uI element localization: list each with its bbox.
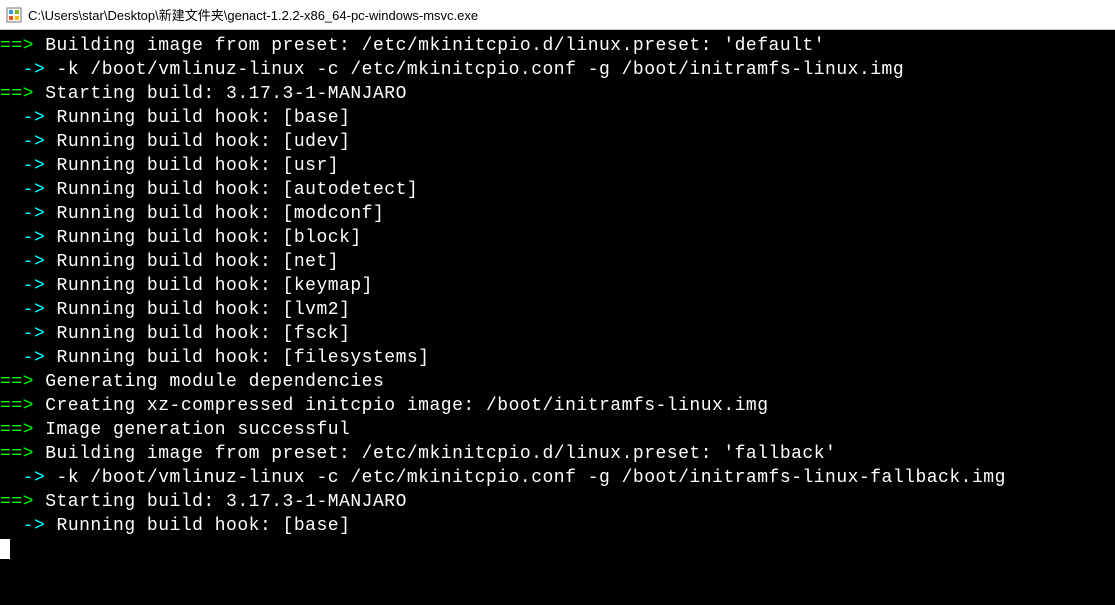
terminal-line: -> Running build hook: [base] — [0, 106, 1115, 130]
terminal-line: ==> Starting build: 3.17.3-1-MANJARO — [0, 490, 1115, 514]
terminal-text: -k /boot/vmlinuz-linux -c /etc/mkinitcpi… — [45, 468, 1006, 488]
terminal-line: -> Running build hook: [keymap] — [0, 274, 1115, 298]
console-window: C:\Users\star\Desktop\新建文件夹\genact-1.2.2… — [0, 0, 1115, 605]
terminal-text: Running build hook: [net] — [45, 252, 339, 272]
terminal-text: Running build hook: [udev] — [45, 132, 350, 152]
terminal-text: Building image from preset: /etc/mkinitc… — [34, 444, 836, 464]
terminal-line: -> Running build hook: [fsck] — [0, 322, 1115, 346]
terminal-text: Creating xz-compressed initcpio image: /… — [34, 396, 769, 416]
terminal-line: ==> Starting build: 3.17.3-1-MANJARO — [0, 82, 1115, 106]
terminal-line: -> Running build hook: [base] — [0, 514, 1115, 538]
terminal-line: -> -k /boot/vmlinuz-linux -c /etc/mkinit… — [0, 58, 1115, 82]
arrow-cyan-icon: -> — [0, 60, 45, 80]
arrow-cyan-icon: -> — [0, 516, 45, 536]
terminal-line: -> Running build hook: [lvm2] — [0, 298, 1115, 322]
terminal-text: Running build hook: [usr] — [45, 156, 339, 176]
arrow-cyan-icon: -> — [0, 132, 45, 152]
terminal-text: -k /boot/vmlinuz-linux -c /etc/mkinitcpi… — [45, 60, 904, 80]
terminal-text: Generating module dependencies — [34, 372, 384, 392]
arrow-green-icon: ==> — [0, 492, 34, 512]
terminal-text: Image generation successful — [34, 420, 350, 440]
arrow-green-icon: ==> — [0, 444, 34, 464]
arrow-cyan-icon: -> — [0, 228, 45, 248]
arrow-cyan-icon: -> — [0, 252, 45, 272]
terminal-line: ==> Image generation successful — [0, 418, 1115, 442]
arrow-green-icon: ==> — [0, 420, 34, 440]
arrow-cyan-icon: -> — [0, 276, 45, 296]
arrow-cyan-icon: -> — [0, 300, 45, 320]
cursor-line — [0, 538, 1115, 562]
terminal-text: Running build hook: [base] — [45, 108, 350, 128]
terminal-line: -> Running build hook: [modconf] — [0, 202, 1115, 226]
terminal-text: Running build hook: [base] — [45, 516, 350, 536]
terminal-text: Starting build: 3.17.3-1-MANJARO — [34, 492, 407, 512]
terminal-text: Running build hook: [block] — [45, 228, 361, 248]
terminal-text: Running build hook: [lvm2] — [45, 300, 350, 320]
terminal-line: ==> Building image from preset: /etc/mki… — [0, 34, 1115, 58]
window-icon — [6, 7, 22, 23]
terminal-text: Running build hook: [filesystems] — [45, 348, 429, 368]
arrow-green-icon: ==> — [0, 372, 34, 392]
arrow-cyan-icon: -> — [0, 468, 45, 488]
terminal-text: Running build hook: [keymap] — [45, 276, 373, 296]
arrow-green-icon: ==> — [0, 84, 34, 104]
arrow-green-icon: ==> — [0, 36, 34, 56]
terminal-line: -> Running build hook: [block] — [0, 226, 1115, 250]
terminal-text: Running build hook: [autodetect] — [45, 180, 418, 200]
terminal-line: -> Running build hook: [autodetect] — [0, 178, 1115, 202]
terminal-text: Running build hook: [modconf] — [45, 204, 384, 224]
terminal-text: Starting build: 3.17.3-1-MANJARO — [34, 84, 407, 104]
terminal-text: Running build hook: [fsck] — [45, 324, 350, 344]
terminal-line: -> Running build hook: [net] — [0, 250, 1115, 274]
terminal-line: ==> Generating module dependencies — [0, 370, 1115, 394]
arrow-cyan-icon: -> — [0, 324, 45, 344]
terminal-text: Building image from preset: /etc/mkinitc… — [34, 36, 825, 56]
arrow-cyan-icon: -> — [0, 204, 45, 224]
terminal-line: -> Running build hook: [udev] — [0, 130, 1115, 154]
window-title: C:\Users\star\Desktop\新建文件夹\genact-1.2.2… — [28, 5, 478, 24]
arrow-cyan-icon: -> — [0, 108, 45, 128]
terminal-line: ==> Building image from preset: /etc/mki… — [0, 442, 1115, 466]
terminal-line: -> Running build hook: [filesystems] — [0, 346, 1115, 370]
arrow-cyan-icon: -> — [0, 156, 45, 176]
cursor-icon — [0, 539, 10, 559]
terminal-line: -> -k /boot/vmlinuz-linux -c /etc/mkinit… — [0, 466, 1115, 490]
terminal-output[interactable]: ==> Building image from preset: /etc/mki… — [0, 30, 1115, 566]
terminal-line: ==> Creating xz-compressed initcpio imag… — [0, 394, 1115, 418]
arrow-cyan-icon: -> — [0, 180, 45, 200]
title-bar[interactable]: C:\Users\star\Desktop\新建文件夹\genact-1.2.2… — [0, 0, 1115, 30]
arrow-cyan-icon: -> — [0, 348, 45, 368]
terminal-line: -> Running build hook: [usr] — [0, 154, 1115, 178]
arrow-green-icon: ==> — [0, 396, 34, 416]
